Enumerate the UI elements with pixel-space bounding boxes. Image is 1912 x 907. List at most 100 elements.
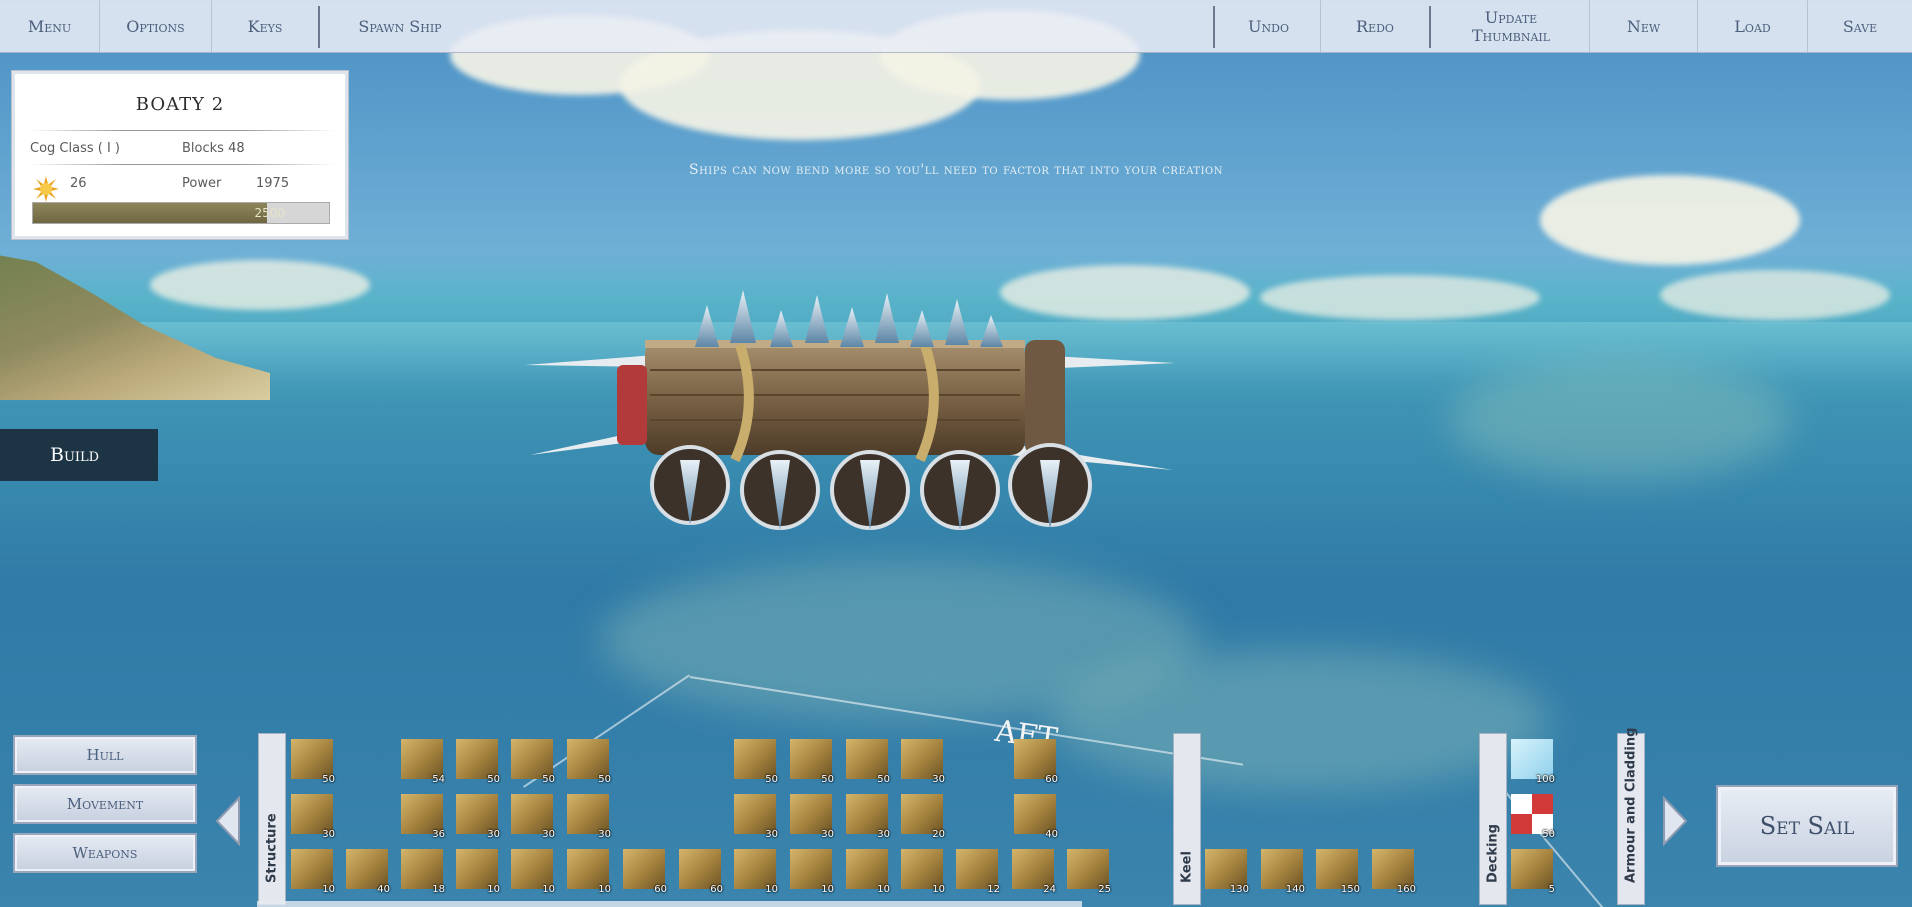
cloud	[1260, 275, 1540, 320]
structure-block-slot[interactable]: 24	[1008, 845, 1058, 895]
keel-block-slot[interactable]: 150	[1312, 845, 1362, 895]
structure-block-slot[interactable]: 50	[563, 735, 613, 785]
movement-category-button[interactable]: Movement	[13, 784, 197, 824]
block-count: Blocks 48	[182, 141, 245, 156]
ship-class: Cog Class ( I )	[30, 141, 120, 156]
block-thumbnail	[846, 739, 888, 779]
structure-block-slot[interactable]: 30	[842, 790, 892, 840]
structure-block-slot[interactable]: 10	[897, 845, 947, 895]
structure-block-slot[interactable]: 10	[452, 845, 502, 895]
spawn-ship-button[interactable]: Spawn Ship	[322, 0, 478, 53]
block-thumbnail	[511, 794, 553, 834]
block-cost: 30	[932, 774, 945, 785]
structure-block-slot[interactable]: 25	[1063, 845, 1113, 895]
block-thumbnail	[291, 794, 333, 834]
structure-block-slot[interactable]: 30	[786, 790, 836, 840]
keel-tab[interactable]: Keel	[1173, 733, 1201, 905]
menu-button[interactable]: Menu	[0, 0, 100, 53]
structure-block-slot[interactable]: 30	[730, 790, 780, 840]
structure-tab[interactable]: Structure	[258, 733, 286, 905]
structure-block-slot[interactable]: 50	[786, 735, 836, 785]
new-button[interactable]: New	[1590, 0, 1698, 53]
decking-block-slot[interactable]: 5	[1507, 845, 1557, 895]
decking-block-slot[interactable]: 50	[1507, 790, 1557, 840]
ship-name: BOATY 2	[135, 94, 225, 115]
undo-button[interactable]: Undo	[1217, 0, 1321, 53]
power-label: Power	[182, 176, 222, 191]
structure-block-slot[interactable]: 30	[563, 790, 613, 840]
block-cost: 54	[432, 774, 445, 785]
load-button[interactable]: Load	[1698, 0, 1808, 53]
block-thumbnail	[734, 849, 776, 889]
structure-block-slot[interactable]: 10	[842, 845, 892, 895]
block-thumbnail	[790, 849, 832, 889]
block-cost: 50	[765, 774, 778, 785]
weapons-category-button[interactable]: Weapons	[13, 833, 197, 873]
structure-block-slot[interactable]: 36	[397, 790, 447, 840]
block-thumbnail	[511, 739, 553, 779]
structure-block-slot[interactable]: 50	[842, 735, 892, 785]
structure-block-slot[interactable]: 50	[287, 735, 337, 785]
structure-block-slot[interactable]: 20	[897, 790, 947, 840]
decking-tab[interactable]: Decking	[1479, 733, 1507, 905]
structure-block-slot[interactable]: 50	[452, 735, 502, 785]
structure-block-slot[interactable]: 60	[1010, 735, 1060, 785]
power-bar: 2500	[32, 202, 330, 224]
palette-scrollbar[interactable]	[257, 901, 1082, 907]
structure-block-slot[interactable]: 10	[730, 845, 780, 895]
structure-block-slot[interactable]: 10	[786, 845, 836, 895]
block-thumbnail	[679, 849, 721, 889]
block-thumbnail	[1205, 849, 1247, 889]
power-value: 1975	[256, 176, 290, 191]
arrow-left-icon[interactable]	[213, 796, 243, 846]
armour-tab-label: Armour and Cladding	[1623, 727, 1639, 883]
structure-block-slot[interactable]: 30	[507, 790, 557, 840]
player-ship[interactable]	[525, 285, 1175, 555]
save-button[interactable]: Save	[1808, 0, 1912, 53]
structure-block-slot[interactable]: 30	[452, 790, 502, 840]
build-tab[interactable]: Build	[0, 429, 158, 481]
structure-block-slot[interactable]: 50	[507, 735, 557, 785]
block-thumbnail	[734, 794, 776, 834]
block-thumbnail	[846, 794, 888, 834]
top-toolbar: Menu Options Keys Spawn Ship Undo Redo U…	[0, 0, 1912, 53]
structure-block-slot[interactable]: 30	[287, 790, 337, 840]
structure-block-slot[interactable]: 10	[563, 845, 613, 895]
structure-block-slot[interactable]: 30	[897, 735, 947, 785]
block-thumbnail	[1067, 849, 1109, 889]
arrow-right-icon[interactable]	[1660, 796, 1690, 846]
structure-block-slot[interactable]: 50	[730, 735, 780, 785]
keel-block-slot[interactable]: 160	[1368, 845, 1418, 895]
structure-block-slot[interactable]: 60	[619, 845, 669, 895]
block-thumbnail	[567, 739, 609, 779]
structure-block-slot[interactable]: 40	[1010, 790, 1060, 840]
structure-tab-label: Structure	[264, 813, 280, 883]
update-thumbnail-button[interactable]: Update Thumbnail	[1433, 0, 1590, 53]
structure-block-slot[interactable]: 10	[287, 845, 337, 895]
block-cost: 60	[654, 884, 667, 895]
block-cost: 10	[487, 884, 500, 895]
block-thumbnail	[734, 739, 776, 779]
structure-block-slot[interactable]: 40	[342, 845, 392, 895]
hull-category-button[interactable]: Hull	[13, 735, 197, 775]
structure-block-slot[interactable]: 60	[675, 845, 725, 895]
keel-block-slot[interactable]: 130	[1201, 845, 1251, 895]
block-thumbnail	[1261, 849, 1303, 889]
keys-button[interactable]: Keys	[212, 0, 318, 53]
structure-block-slot[interactable]: 54	[397, 735, 447, 785]
structure-block-slot[interactable]: 10	[507, 845, 557, 895]
block-thumbnail	[456, 794, 498, 834]
decking-block-slot[interactable]: 100	[1507, 735, 1557, 785]
block-cost: 50	[322, 774, 335, 785]
block-cost: 10	[821, 884, 834, 895]
block-cost: 40	[1045, 829, 1058, 840]
redo-button[interactable]: Redo	[1321, 0, 1429, 53]
set-sail-button[interactable]: Set Sail	[1716, 785, 1898, 867]
block-cost: 12	[987, 884, 1000, 895]
keel-block-slot[interactable]: 140	[1257, 845, 1307, 895]
block-thumbnail	[291, 739, 333, 779]
structure-block-slot[interactable]: 12	[952, 845, 1002, 895]
options-button[interactable]: Options	[100, 0, 212, 53]
armour-tab[interactable]: Armour and Cladding	[1617, 728, 1645, 905]
structure-block-slot[interactable]: 18	[397, 845, 447, 895]
